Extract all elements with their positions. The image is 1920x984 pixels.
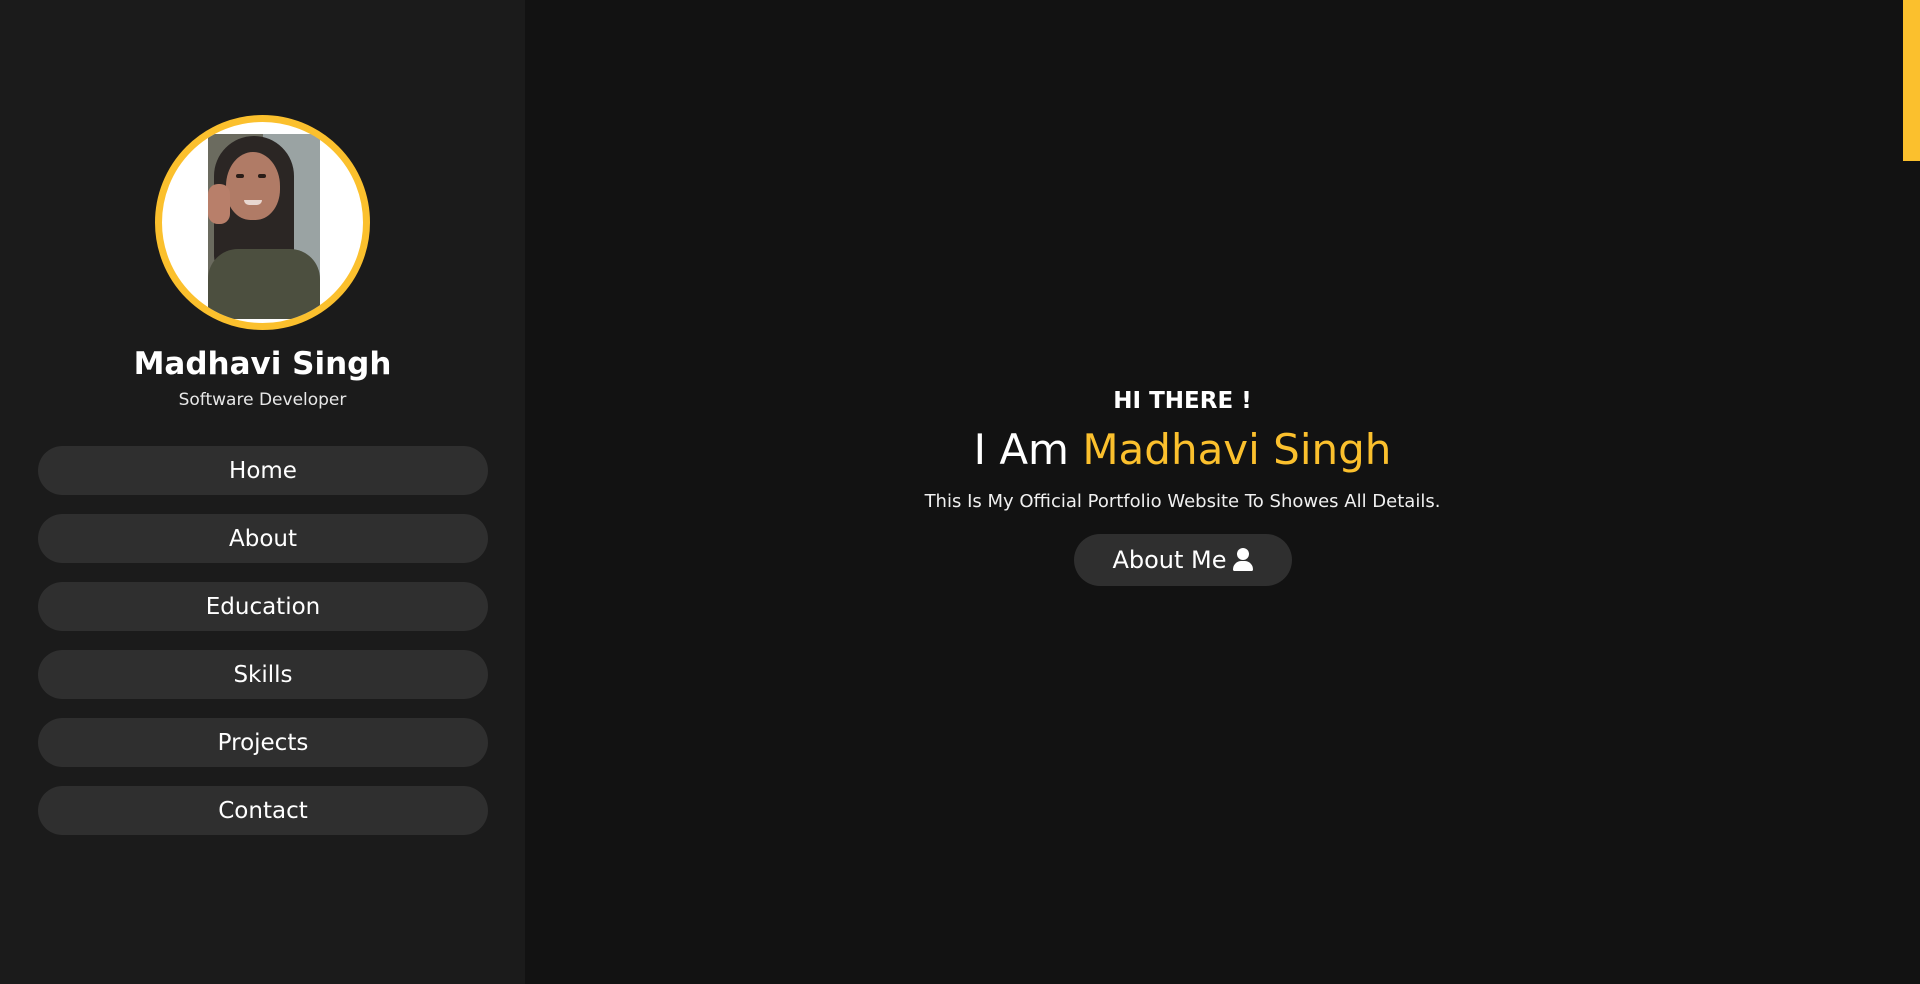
nav-item-projects[interactable]: Projects <box>38 718 488 767</box>
sidebar-nav: Home About Education Skills Projects Con… <box>38 446 488 854</box>
portfolio-app: Madhavi Singh Software Developer Home Ab… <box>0 0 1920 984</box>
profile-photo <box>208 134 320 319</box>
nav-item-skills[interactable]: Skills <box>38 650 488 699</box>
page-scrollbar[interactable] <box>1903 0 1920 984</box>
profile-role: Software Developer <box>178 390 347 410</box>
main-content: HI THERE ! I Am Madhavi Singh This Is My… <box>525 0 1903 984</box>
hero-section: HI THERE ! I Am Madhavi Singh This Is My… <box>525 386 1840 586</box>
hero-tagline: This Is My Official Portfolio Website To… <box>924 491 1441 512</box>
about-me-button[interactable]: About Me <box>1073 534 1292 586</box>
nav-item-contact[interactable]: Contact <box>38 786 488 835</box>
nav-item-about[interactable]: About <box>38 514 488 563</box>
hero-greeting: HI THERE ! <box>1113 388 1252 414</box>
headline-prefix: I Am <box>973 425 1083 474</box>
about-me-button-label: About Me <box>1112 546 1227 574</box>
avatar <box>155 115 370 330</box>
hero-headline: I Am Madhavi Singh <box>525 424 1840 476</box>
nav-item-education[interactable]: Education <box>38 582 488 631</box>
profile-name: Madhavi Singh <box>133 346 392 382</box>
sidebar: Madhavi Singh Software Developer Home Ab… <box>0 0 525 984</box>
nav-item-home[interactable]: Home <box>38 446 488 495</box>
headline-name: Madhavi Singh <box>1082 425 1392 474</box>
user-icon <box>1232 548 1253 572</box>
scrollbar-thumb[interactable] <box>1903 0 1920 161</box>
